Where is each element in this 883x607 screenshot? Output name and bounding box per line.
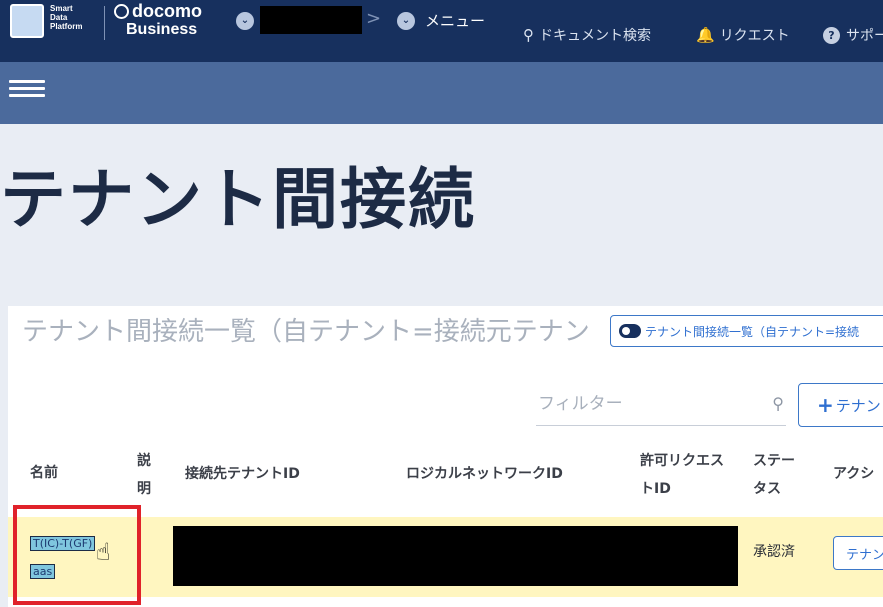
document-search-link[interactable]: ⚲ ドキュメント検索: [523, 25, 651, 45]
add-button-label: テナン: [835, 396, 881, 415]
docomo-ring-icon: [114, 3, 129, 19]
bell-icon: 🔔: [696, 26, 715, 44]
request-label: リクエスト: [719, 28, 790, 44]
add-tenant-connection-button[interactable]: + テナン: [798, 383, 883, 427]
column-header-action[interactable]: アクシ: [833, 460, 874, 488]
menu-chevron-down-icon[interactable]: ⌄: [397, 12, 415, 30]
column-header-name[interactable]: 名前: [30, 459, 58, 487]
support-link[interactable]: ? サポート: [823, 25, 883, 45]
docomo-business-logo: docomo Business: [114, 1, 202, 39]
toggle-switch-icon[interactable]: [619, 324, 641, 338]
plus-icon: +: [817, 393, 834, 417]
filter-field: ⚲: [536, 384, 786, 426]
menu-link[interactable]: メニュー: [425, 11, 485, 31]
column-header-request-id-2[interactable]: トID: [640, 475, 671, 503]
row-action-button[interactable]: テナン: [833, 536, 883, 570]
sdp-logo-square: [10, 4, 44, 38]
document-search-label: ドキュメント検索: [539, 28, 651, 44]
column-header-target-tenant-id[interactable]: 接続先テナントID: [185, 460, 300, 488]
support-label: サポート: [846, 28, 883, 44]
brand-line1: docomo: [132, 1, 202, 21]
search-icon: ⚲: [523, 26, 534, 44]
sdp-logo-line: Platform: [50, 22, 83, 31]
sdp-logo-text: Smart Data Platform: [50, 4, 82, 31]
status-badge: 承認済: [753, 544, 795, 560]
column-header-request-id-1[interactable]: 許可リクエス: [640, 447, 724, 475]
list-direction-toggle[interactable]: テナント間接続一覧（自テナント=接続: [610, 315, 883, 347]
top-navigation-bar: Smart Data Platform docomo Business ⌄ > …: [0, 0, 883, 62]
sub-header-bar: [0, 62, 883, 124]
logo-divider: [104, 6, 105, 40]
brand-line2: Business: [126, 21, 198, 38]
redacted-row-content: [173, 526, 738, 586]
annotation-highlight-box: [13, 505, 141, 605]
breadcrumb-chevron-icon: >: [366, 8, 382, 29]
redacted-tenant-selector[interactable]: [260, 6, 362, 34]
column-header-description-2[interactable]: 明: [137, 475, 151, 503]
hamburger-icon[interactable]: [9, 80, 45, 98]
sdp-logo-line: Smart: [50, 4, 73, 13]
request-link[interactable]: 🔔 リクエスト: [696, 25, 790, 45]
smart-data-platform-logo[interactable]: Smart Data Platform: [10, 4, 82, 38]
filter-search-icon[interactable]: ⚲: [772, 394, 784, 413]
toggle-label: テナント間接続一覧（自テナント=接続: [645, 324, 860, 339]
filter-input[interactable]: [536, 384, 746, 424]
chevron-down-icon[interactable]: ⌄: [236, 12, 254, 30]
column-header-status-2[interactable]: タス: [753, 475, 781, 503]
column-header-description-1[interactable]: 説: [137, 447, 151, 475]
sdp-logo-line: Data: [50, 13, 68, 22]
card-title: テナント間接続一覧（自テナント=接続元テナン: [22, 317, 590, 347]
column-header-logical-network-id[interactable]: ロジカルネットワークID: [406, 460, 563, 488]
page-title: テナント間接続: [0, 161, 476, 238]
help-icon: ?: [823, 26, 840, 44]
column-header-status-1[interactable]: ステー: [753, 447, 795, 475]
